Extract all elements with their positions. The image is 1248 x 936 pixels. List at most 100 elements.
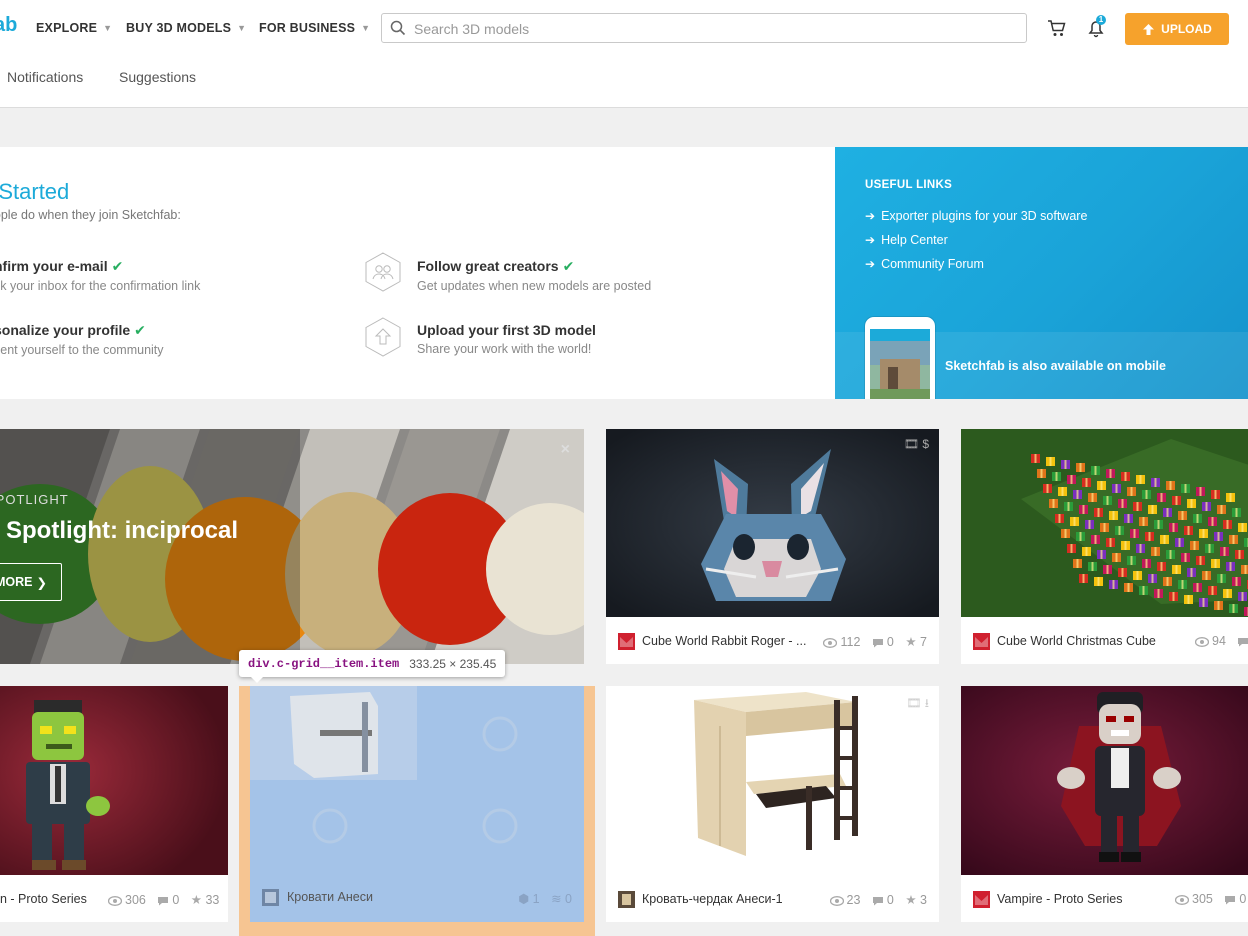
link-exporter-plugins[interactable]: ➔ Exporter plugins for your 3D software [865, 209, 1087, 223]
spotlight-more-button[interactable]: MORE ❯ [0, 563, 62, 601]
comments-count: 0 [886, 893, 894, 907]
views-count: 23 [846, 893, 861, 907]
card-footer: Кровати Анеси ⬢ 1 ≋ 0 [250, 874, 584, 922]
notification-count-badge: 1 [1096, 15, 1106, 25]
nav-business-label: FOR BUSINESS [259, 21, 356, 35]
nav-buy-label: BUY 3D MODELS [126, 21, 232, 35]
author-avatar[interactable] [973, 633, 990, 650]
chevron-right-icon: ❯ [36, 575, 47, 590]
step-personalize-profile[interactable]: sonalize your profile ✔ sent yourself to … [0, 322, 164, 357]
views-count: 306 [125, 893, 146, 907]
more-label: MORE [0, 575, 33, 589]
likes-count: 33 [205, 893, 220, 907]
spotlight-title: r Spotlight: inciprocal [0, 517, 239, 544]
step-desc: Share your work with the world! [417, 342, 592, 356]
model-card-beds-anesi[interactable]: Кровати Анеси ⬢ 1 ≋ 0 [250, 686, 584, 922]
card-footer: n - Proto Series 306 0 ★ 33 [0, 875, 228, 922]
link-label: Exporter plugins for your 3D software [881, 209, 1088, 223]
search-icon [390, 20, 406, 41]
mobile-availability-text[interactable]: Sketchfab is also available on mobile [945, 359, 1166, 373]
card-footer: Cube World Rabbit Roger - ... 112 0 ★ 7 [606, 617, 939, 664]
step-desc: Get updates when new models are posted [417, 279, 652, 293]
step-upload-model[interactable]: Upload your first 3D model Share your wo… [417, 322, 596, 356]
comments-count: 0 [172, 893, 180, 907]
comments-icon [158, 897, 169, 906]
nav-buy-3d-models[interactable]: BUY 3D MODELS ▼ [126, 21, 246, 35]
check-icon: ✔ [562, 258, 575, 274]
model-stats: 23 0 ★ 3 [822, 892, 927, 907]
author-avatar[interactable] [618, 891, 635, 908]
likes-count: 7 [920, 635, 927, 649]
model-stats: 112 0 ★ 7 [815, 634, 927, 649]
devtools-element-tooltip: div.c-grid__item.item 333.25 × 235.45 [239, 650, 506, 683]
notifications-bell-icon[interactable]: 1 [1086, 15, 1106, 43]
card-footer: Cube World Christmas Cube ... 94 [961, 617, 1248, 664]
top-header: ab EXPLORE ▼ BUY 3D MODELS ▼ FOR BUSINESS ▼… [0, 0, 1248, 108]
useful-links-heading: USEFUL LINKS [865, 179, 953, 191]
model-card-rabbit[interactable]: 🎞 $ Cube World Rabbit Roger - ... 112 0 … [606, 429, 939, 664]
model-title[interactable]: Кровати Анеси [287, 890, 373, 904]
comments-count: 0 [886, 635, 894, 649]
model-thumbnail [961, 429, 1248, 617]
comments-count: 0 [1239, 892, 1247, 906]
model-title[interactable]: Кровать-чердак Анеси-1 [642, 892, 822, 906]
getting-started-subtitle: people do when they join Sketchfab: [0, 208, 181, 222]
views-count: 1 [532, 892, 540, 906]
author-avatar[interactable] [973, 891, 990, 908]
upload-arrow-icon [1143, 23, 1155, 35]
model-title[interactable]: n - Proto Series [0, 892, 87, 906]
views-count: 305 [1192, 892, 1213, 906]
caret-down-icon: ▼ [361, 23, 371, 33]
step-confirm-email[interactable]: nfirm your e-mail ✔ ck your inbox for the… [0, 258, 200, 293]
model-title[interactable]: Cube World Rabbit Roger - ... [642, 634, 812, 648]
step-follow-creators[interactable]: Follow great creators ✔ Get updates when … [417, 258, 651, 293]
upload-icon [365, 317, 401, 357]
tab-suggestions[interactable]: Suggestions [119, 69, 196, 85]
link-community-forum[interactable]: ➔ Community Forum [865, 257, 984, 271]
model-title[interactable]: Vampire - Proto Series [997, 892, 1167, 906]
step-desc: sent yourself to the community [0, 343, 164, 357]
views-cube-icon: ⬢ [518, 892, 530, 906]
devtools-highlight: Кровати Анеси ⬢ 1 ≋ 0 [239, 686, 595, 936]
upload-button[interactable]: UPLOAD [1125, 13, 1229, 45]
model-thumbnail [606, 429, 939, 617]
model-card-christmas-cube[interactable]: Cube World Christmas Cube ... 94 [961, 429, 1248, 664]
model-card-frankenstein[interactable]: n - Proto Series 306 0 ★ 33 [0, 686, 228, 922]
upload-label: UPLOAD [1161, 22, 1212, 36]
model-card-loft-bed[interactable]: 🎞 ⭳ Кровать-чердак Анеси-1 23 0 ★ 3 [606, 686, 939, 922]
people-icon [365, 252, 401, 292]
phone-illustration [865, 317, 935, 399]
spotlight-card[interactable]: SPOTLIGHT r Spotlight: inciprocal MORE❯ … [0, 429, 584, 664]
cart-icon[interactable] [1047, 18, 1067, 43]
comments-count: 0 [565, 892, 572, 906]
model-stats: 306 0 ★ 33 [100, 892, 219, 907]
getting-started-title: g Started [0, 179, 70, 204]
nav-for-business[interactable]: FOR BUSINESS ▼ [259, 21, 370, 35]
model-card-vampire[interactable]: Vampire - Proto Series 305 0 [961, 686, 1248, 922]
card-footer: Vampire - Proto Series 305 0 [961, 875, 1248, 922]
spotlight-label: SPOTLIGHT [0, 492, 69, 507]
step-title: Follow great creators [417, 258, 559, 274]
close-icon[interactable]: × [561, 441, 570, 459]
author-avatar[interactable] [262, 889, 279, 906]
tooltip-selector: div.c-grid__item.item [248, 656, 400, 671]
sketchfab-logo[interactable]: ab [0, 14, 17, 37]
step-title: sonalize your profile [0, 322, 131, 338]
caret-down-icon: ▼ [103, 23, 113, 33]
author-avatar[interactable] [618, 633, 635, 650]
step-title: nfirm your e-mail [0, 258, 108, 274]
search-box [381, 13, 1027, 44]
model-title[interactable]: Cube World Christmas Cube ... [997, 634, 1157, 648]
model-stats: ⬢ 1 ≋ 0 [510, 891, 572, 906]
tab-notifications[interactable]: Notifications [7, 69, 83, 85]
views-eye-icon [107, 896, 123, 906]
likes-count: 3 [920, 893, 927, 907]
views-eye-icon [823, 638, 838, 648]
search-input[interactable] [412, 14, 1016, 44]
views-eye-icon [1174, 895, 1190, 905]
nav-explore[interactable]: EXPLORE ▼ [36, 21, 112, 35]
link-help-center[interactable]: ➔ Help Center [865, 233, 948, 247]
caret-down-icon: ▼ [237, 23, 247, 33]
model-thumbnail [250, 686, 518, 844]
like-star-icon: ★ [905, 635, 917, 649]
